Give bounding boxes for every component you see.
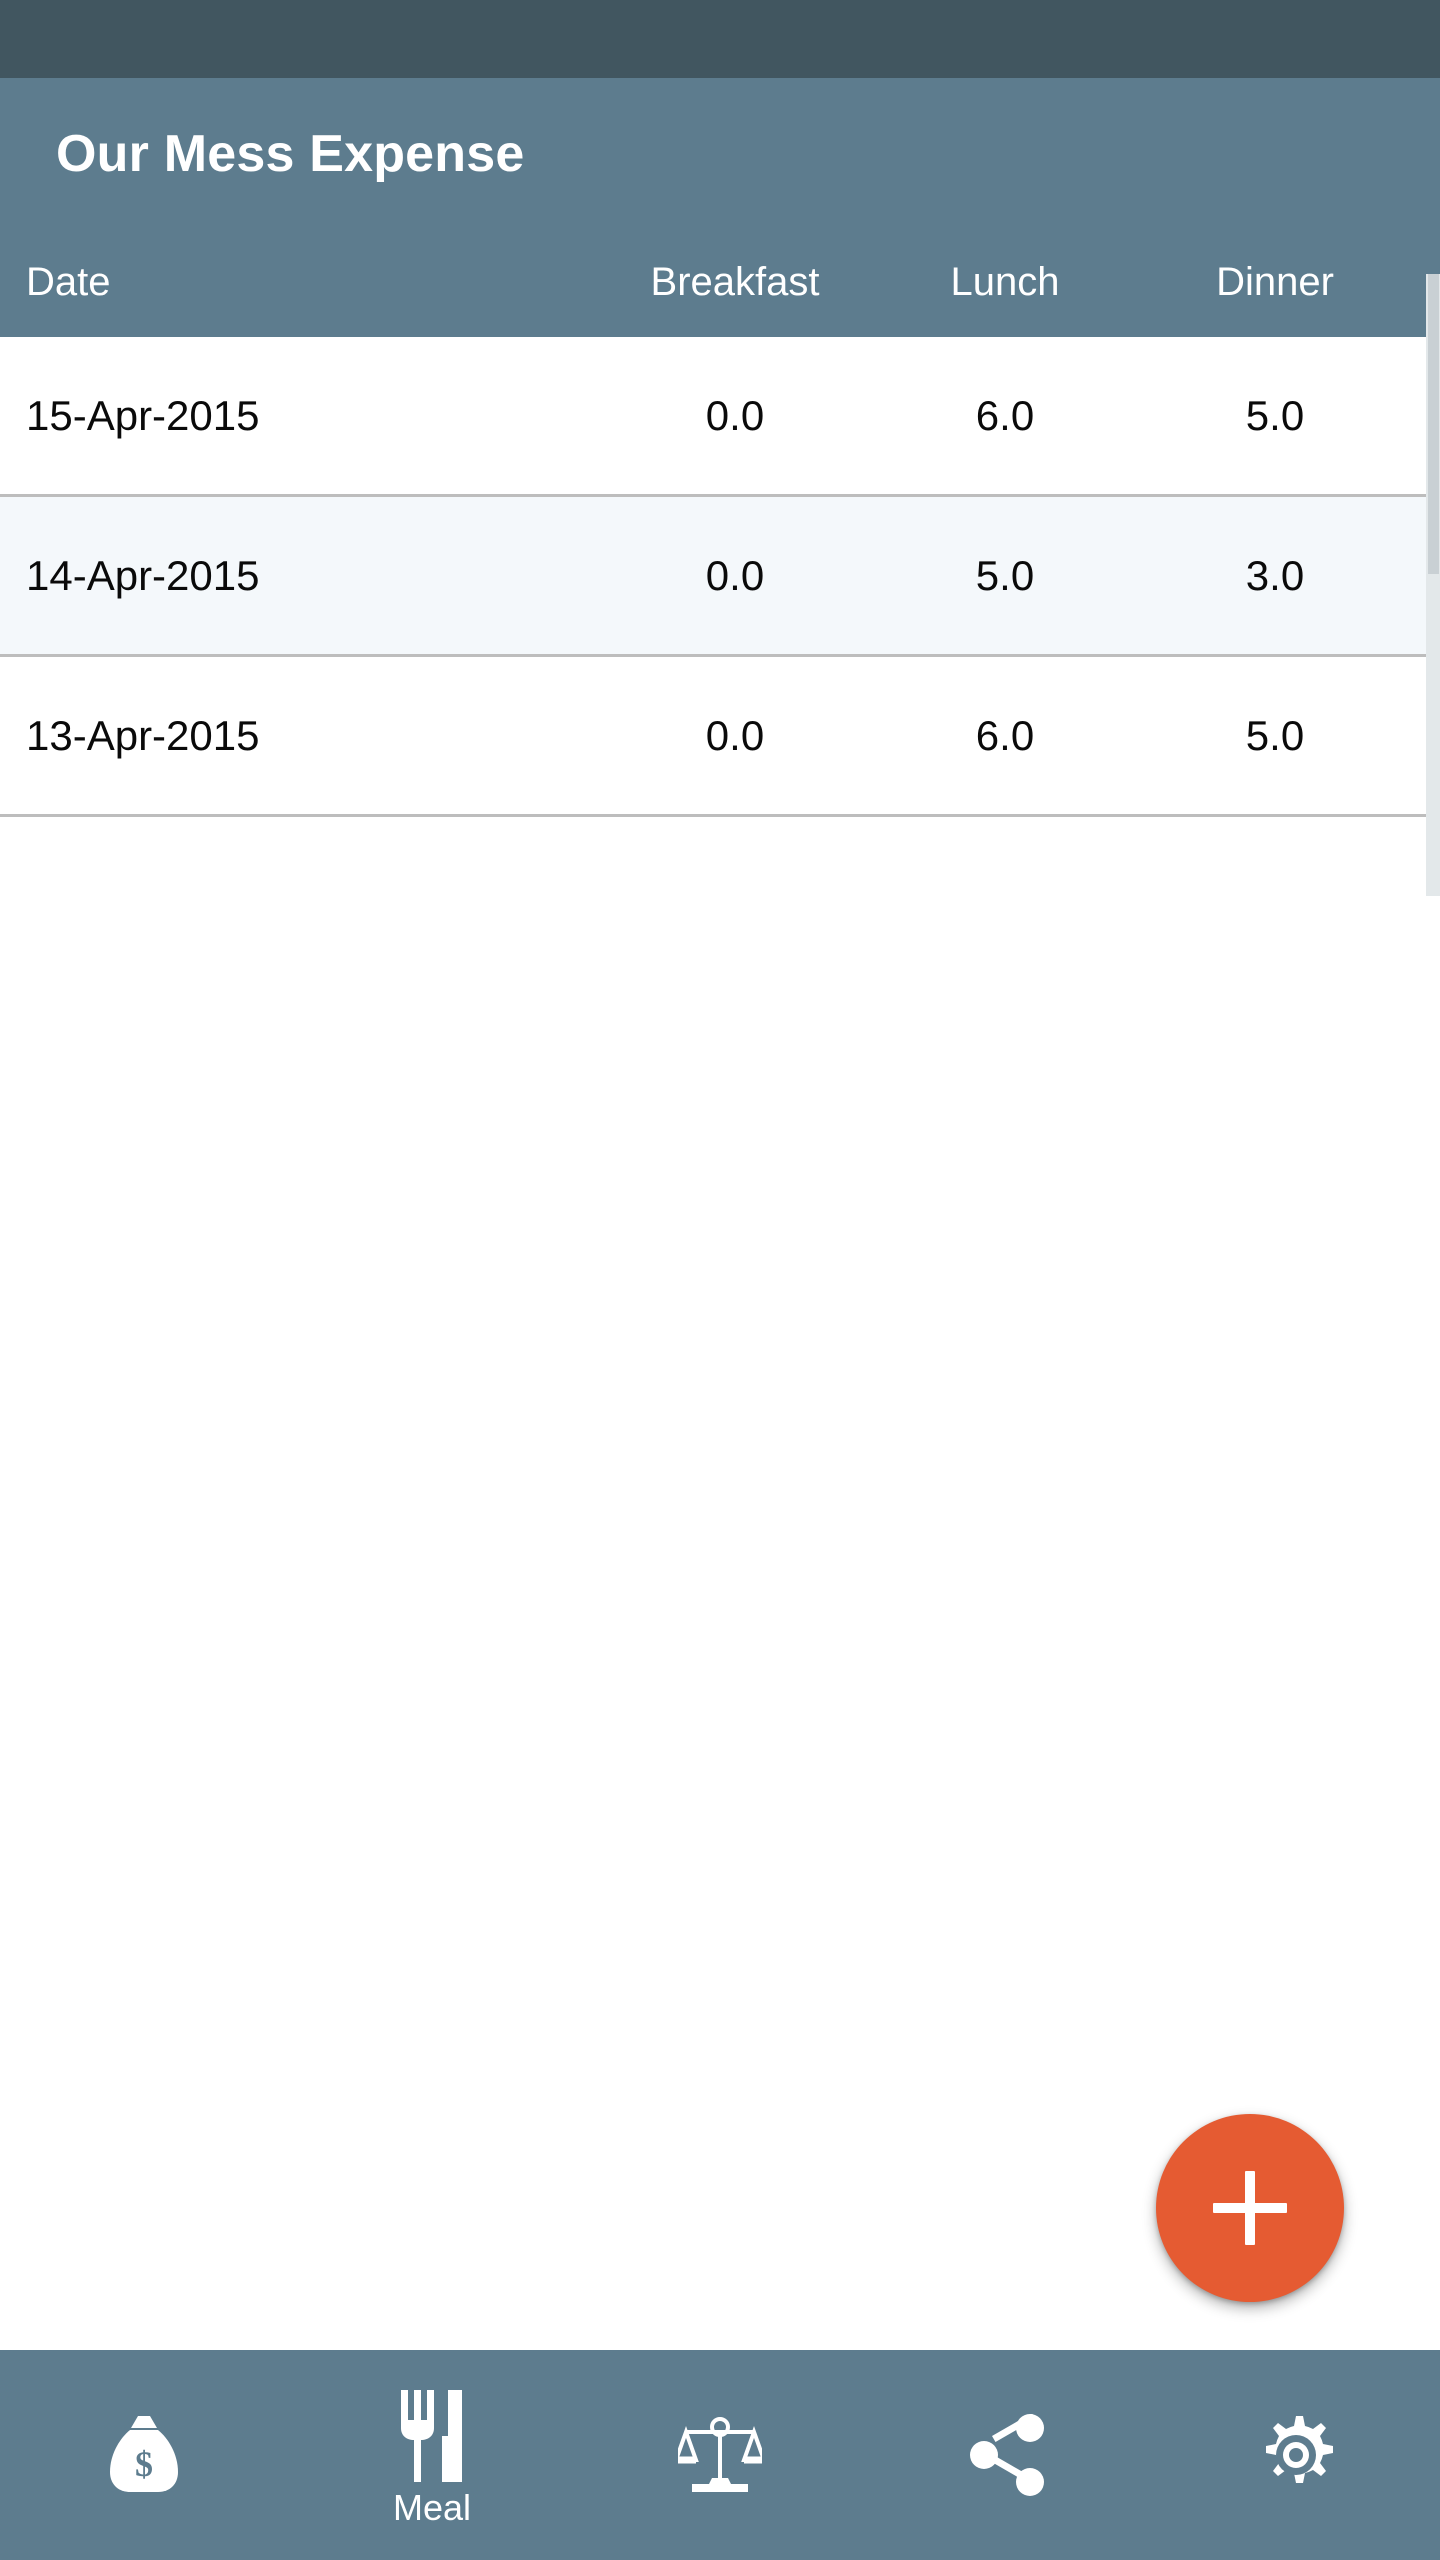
table-body: 15-Apr-2015 0.0 6.0 5.0 14-Apr-2015 0.0 … [0, 337, 1440, 818]
app-header: Our Mess Expense Date Breakfast Lunch Di… [0, 78, 1440, 338]
svg-text:$: $ [135, 2444, 153, 2484]
cell-dinner: 5.0 [1245, 711, 1305, 759]
cell-breakfast: 0.0 [705, 551, 765, 599]
status-bar [0, 0, 1440, 78]
page-title: Our Mess Expense [56, 125, 525, 183]
empty-content-area [0, 817, 1440, 2350]
cell-lunch: 6.0 [975, 711, 1035, 759]
add-entry-fab[interactable] [1156, 2114, 1344, 2302]
cell-date: 13-Apr-2015 [26, 711, 260, 759]
column-header-date[interactable]: Date [0, 260, 600, 305]
fork-knife-icon [397, 2390, 467, 2482]
cell-lunch: 6.0 [975, 391, 1035, 439]
column-header-breakfast[interactable]: Breakfast [600, 260, 870, 305]
bottom-navigation: $ Meal [0, 2350, 1440, 2560]
nav-item-share[interactable] [864, 2350, 1152, 2560]
cell-dinner: 3.0 [1245, 551, 1305, 599]
table-row[interactable]: 13-Apr-2015 0.0 6.0 5.0 [0, 657, 1440, 818]
cell-dinner: 5.0 [1245, 391, 1305, 439]
table-row[interactable]: 15-Apr-2015 0.0 6.0 5.0 [0, 337, 1440, 498]
cell-breakfast: 0.0 [705, 711, 765, 759]
table-row[interactable]: 14-Apr-2015 0.0 5.0 3.0 [0, 497, 1440, 658]
gear-icon [1255, 2414, 1337, 2496]
table-header-row: Date Breakfast Lunch Dinner [0, 227, 1440, 337]
money-bag-icon: $ [108, 2416, 180, 2494]
plus-icon [1213, 2171, 1287, 2245]
nav-item-settings[interactable] [1152, 2350, 1440, 2560]
nav-item-balance[interactable] [576, 2350, 864, 2560]
column-header-lunch[interactable]: Lunch [870, 260, 1140, 305]
column-header-dinner[interactable]: Dinner [1140, 260, 1410, 305]
scrollbar-thumb[interactable] [1428, 274, 1439, 574]
nav-item-label: Meal [392, 2487, 472, 2528]
cell-date: 14-Apr-2015 [26, 551, 260, 599]
nav-item-meal[interactable]: Meal [288, 2350, 576, 2560]
cell-date: 15-Apr-2015 [26, 391, 260, 439]
cell-lunch: 5.0 [975, 551, 1035, 599]
nav-item-money[interactable]: $ [0, 2350, 288, 2560]
app-root: Our Mess Expense Date Breakfast Lunch Di… [0, 0, 1440, 2560]
balance-scale-icon [673, 2416, 767, 2494]
share-icon [968, 2413, 1048, 2496]
cell-breakfast: 0.0 [705, 391, 765, 439]
